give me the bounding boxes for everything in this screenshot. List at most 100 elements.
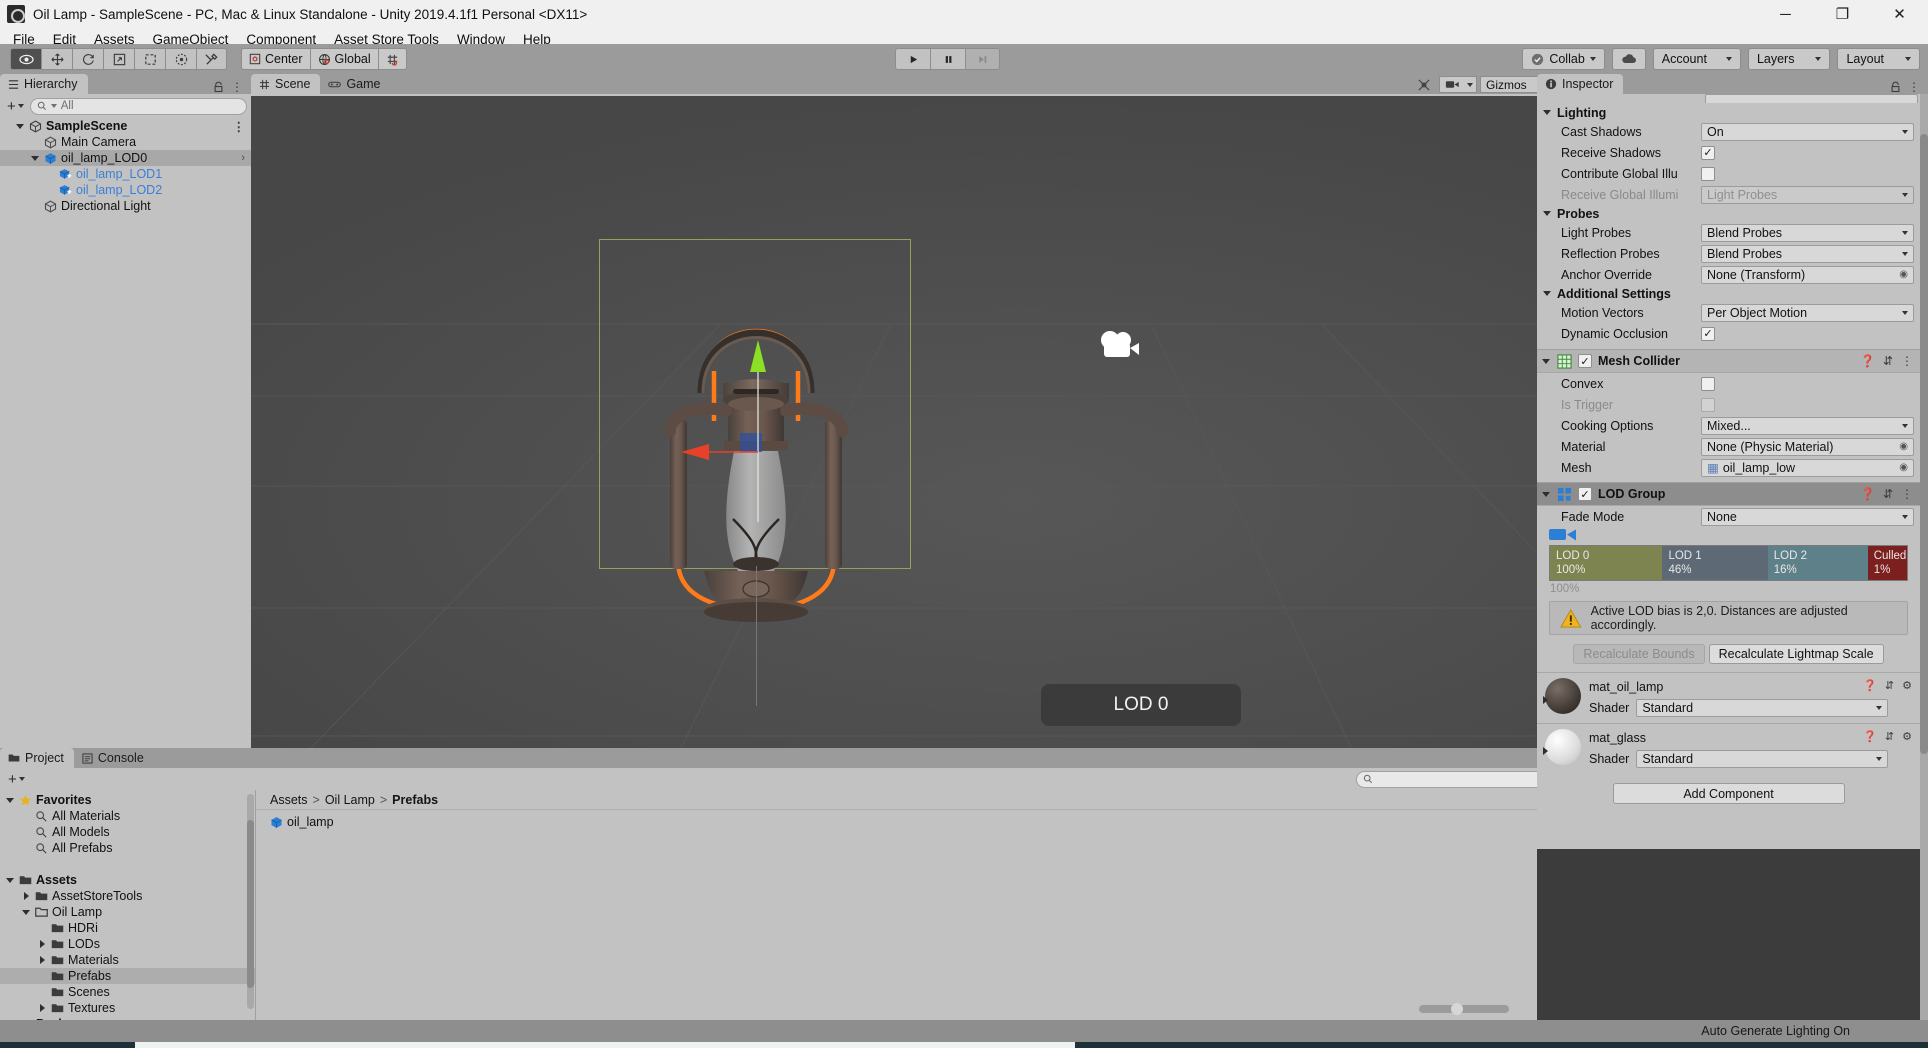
component-lod-group-header[interactable]: ✓ LOD Group ❓ ⇵ ⋮ — [1537, 482, 1920, 506]
tree-foldout-down-icon[interactable] — [22, 908, 31, 917]
pause-button[interactable] — [930, 48, 965, 70]
tab-inspector[interactable]: Inspector — [1537, 74, 1624, 94]
lod-camera-marker-icon[interactable] — [1549, 527, 1579, 542]
hierarchy-item-main-camera[interactable]: Main Camera — [0, 134, 251, 150]
preset-icon[interactable]: ⇵ — [1885, 679, 1894, 692]
property-dropdown[interactable]: Per Object Motion — [1701, 303, 1914, 322]
project-folder-all-prefabs[interactable]: All Prefabs — [0, 840, 255, 856]
breadcrumb-oil-lamp[interactable]: Oil Lamp — [325, 793, 375, 807]
gear-icon[interactable]: ⚙ — [1902, 679, 1912, 692]
scale-tool-icon[interactable] — [103, 48, 134, 70]
project-tree-scrollbar[interactable] — [247, 794, 254, 1009]
scene-context-menu-icon[interactable]: ⋮ — [233, 119, 246, 134]
property-dropdown[interactable]: Blend Probes — [1701, 223, 1914, 242]
property-object-field[interactable]: ▦ oil_lamp_low ◉ — [1701, 458, 1914, 477]
material-foldout-icon[interactable] — [1541, 747, 1550, 756]
tree-foldout-right-icon[interactable] — [38, 955, 47, 965]
hierarchy-item-oil-lamp-lod0[interactable]: oil_lamp_LOD0 › — [0, 150, 251, 166]
play-button[interactable] — [895, 48, 930, 70]
property-checkbox[interactable]: ✓ — [1701, 145, 1715, 160]
help-icon[interactable]: ❓ — [1863, 679, 1877, 692]
project-create-button[interactable]: + — [5, 771, 28, 788]
tree-foldout-right-icon[interactable] — [38, 939, 47, 949]
property-dropdown[interactable]: On — [1701, 122, 1914, 141]
move-tool-icon[interactable] — [41, 48, 72, 70]
inspector-scroll-thumb[interactable] — [1920, 134, 1928, 754]
property-object-field[interactable]: None (Physic Material) ◉ — [1701, 437, 1914, 456]
hierarchy-menu-icon[interactable]: ⋮ — [231, 80, 243, 94]
section-probes[interactable]: Probes — [1537, 205, 1920, 222]
project-folder-oil-lamp[interactable]: Oil Lamp — [0, 904, 255, 920]
property-object-field[interactable]: None (Transform) ◉ — [1701, 265, 1914, 284]
create-object-button[interactable]: + — [4, 98, 27, 115]
material-foldout-icon[interactable] — [1541, 696, 1550, 705]
taskbar-active-window[interactable] — [135, 1042, 1075, 1048]
account-button[interactable]: Account — [1652, 48, 1741, 70]
hierarchy-item-directional-light[interactable]: Directional Light — [0, 198, 251, 214]
tab-game[interactable]: Game — [320, 74, 391, 94]
property-dropdown[interactable]: Light Probes — [1701, 185, 1914, 204]
lock-icon[interactable] — [1890, 81, 1901, 93]
gear-icon[interactable]: ⚙ — [1902, 730, 1912, 743]
project-folder-all-materials[interactable]: All Materials — [0, 808, 255, 824]
mesh-collider-enabled-checkbox[interactable]: ✓ — [1578, 354, 1592, 368]
help-icon[interactable]: ❓ — [1863, 730, 1877, 743]
pivot-mode-button[interactable]: Center — [241, 48, 310, 70]
tree-foldout-down-icon[interactable] — [6, 796, 15, 805]
project-folder-assets[interactable]: Assets — [0, 872, 255, 888]
custom-editor-tool-icon[interactable] — [196, 48, 227, 70]
property-checkbox[interactable] — [1701, 397, 1715, 412]
asset-zoom-slider[interactable] — [1419, 1003, 1509, 1015]
help-icon[interactable]: ❓ — [1860, 487, 1875, 501]
project-folder-favorites[interactable]: Favorites — [0, 792, 255, 808]
preset-icon[interactable]: ⇵ — [1885, 730, 1894, 743]
preset-icon[interactable]: ⇵ — [1883, 354, 1893, 368]
tab-scene[interactable]: Scene — [251, 74, 321, 94]
rect-tool-icon[interactable] — [134, 48, 165, 70]
transform-tool-icon[interactable] — [165, 48, 196, 70]
project-folder-textures[interactable]: Textures — [0, 1000, 255, 1016]
recalculate-lightmap-scale-button[interactable]: Recalculate Lightmap Scale — [1708, 644, 1884, 664]
lod-group-enabled-checkbox[interactable]: ✓ — [1578, 487, 1592, 501]
tree-foldout-right-icon[interactable] — [22, 891, 31, 901]
hand-tool-icon[interactable] — [10, 48, 41, 70]
inspector-scrollbar[interactable] — [1920, 94, 1928, 1020]
shader-dropdown[interactable]: Standard — [1636, 750, 1889, 768]
section-additional-settings[interactable]: Additional Settings — [1537, 285, 1920, 302]
inspector-menu-icon[interactable]: ⋮ — [1908, 80, 1920, 94]
project-folder-assetstoretools[interactable]: AssetStoreTools — [0, 888, 255, 904]
project-folder-all-models[interactable]: All Models — [0, 824, 255, 840]
tree-foldout-down-icon[interactable] — [16, 122, 25, 131]
project-folder-hdri[interactable]: HDRi — [0, 920, 255, 936]
minimize-button[interactable]: ─ — [1757, 0, 1814, 28]
tree-foldout-right-icon[interactable] — [38, 1003, 47, 1013]
component-menu-icon[interactable]: ⋮ — [1901, 354, 1913, 368]
object-picker-icon[interactable]: ◉ — [1899, 269, 1908, 280]
hierarchy-search-input[interactable]: All — [29, 97, 247, 115]
layout-button[interactable]: Layout — [1837, 48, 1920, 70]
fade-mode-dropdown[interactable]: None — [1701, 507, 1914, 526]
property-checkbox[interactable] — [1701, 376, 1715, 391]
tab-hierarchy[interactable]: Hierarchy — [0, 74, 88, 94]
step-button[interactable] — [965, 48, 1000, 70]
project-folder-prefabs[interactable]: Prefabs — [0, 968, 255, 984]
tree-foldout-down-icon[interactable] — [6, 876, 15, 885]
project-folder-scenes[interactable]: Scenes — [0, 984, 255, 1000]
breadcrumb-assets[interactable]: Assets — [270, 793, 308, 807]
component-mesh-collider-header[interactable]: ✓ Mesh Collider ❓ ⇵ ⋮ — [1537, 349, 1920, 373]
recalculate-bounds-button[interactable]: Recalculate Bounds — [1573, 644, 1705, 664]
tree-foldout-down-icon[interactable] — [31, 154, 40, 163]
tab-project[interactable]: Project — [0, 748, 74, 768]
project-folder-materials[interactable]: Materials — [0, 952, 255, 968]
transform-gizmo[interactable] — [681, 334, 841, 524]
layers-button[interactable]: Layers — [1747, 48, 1831, 70]
lod-segment-lod-0[interactable]: LOD 0 100% — [1550, 546, 1663, 580]
object-picker-icon[interactable]: ◉ — [1899, 462, 1908, 473]
maximize-button[interactable]: ❐ — [1814, 0, 1871, 28]
property-checkbox[interactable]: ✓ — [1701, 326, 1715, 341]
lod-segment-culled[interactable]: Culled 1% — [1867, 546, 1907, 580]
hierarchy-item-oil-lamp-lod1[interactable]: oil_lamp_LOD1 — [0, 166, 251, 182]
project-folder-lods[interactable]: LODs — [0, 936, 255, 952]
preset-icon[interactable]: ⇵ — [1883, 487, 1893, 501]
object-picker-icon[interactable]: ◉ — [1899, 441, 1908, 452]
